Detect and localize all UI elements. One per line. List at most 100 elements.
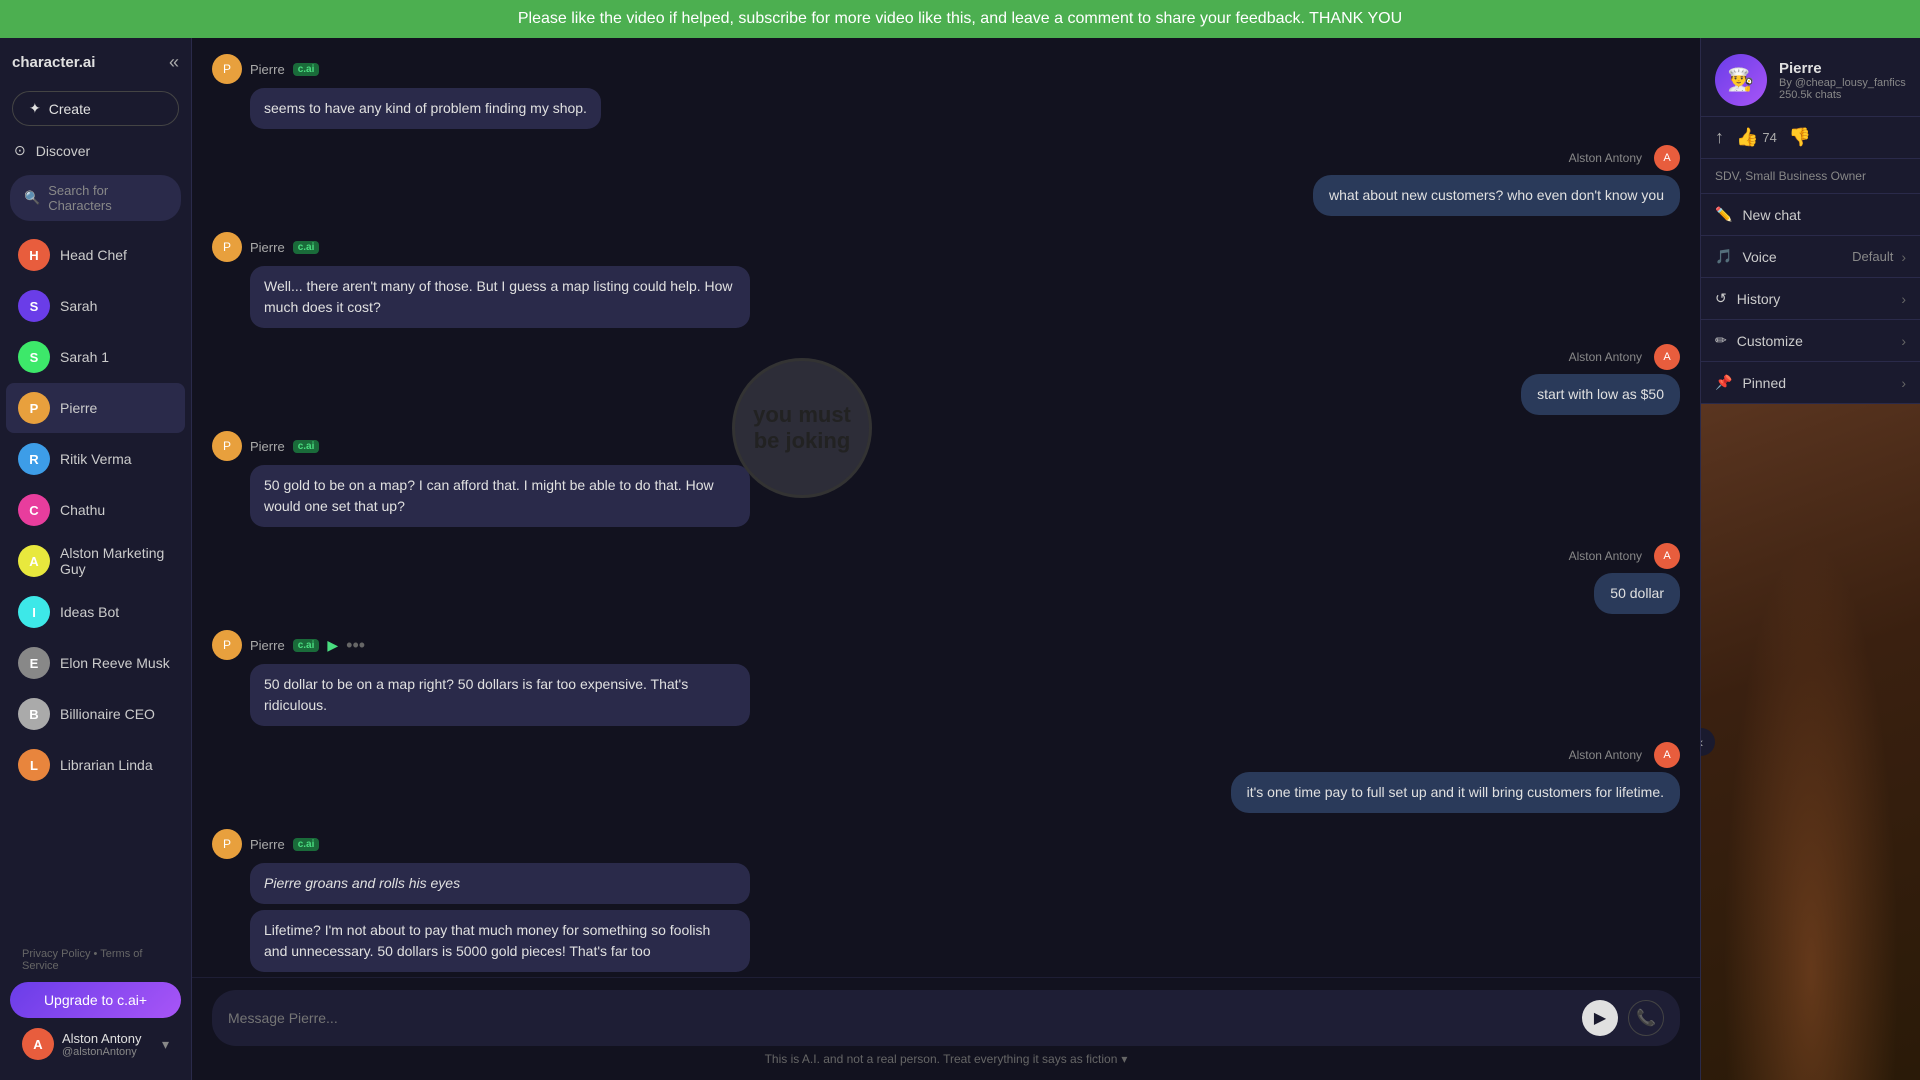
discover-item[interactable]: ⊙ Discover [0, 134, 191, 167]
history-button[interactable]: ↺ History › [1701, 278, 1920, 320]
message-actions-button[interactable]: ••• [346, 635, 365, 656]
sidebar-item-label: Sarah [60, 298, 97, 314]
share-button[interactable]: ↑ [1715, 127, 1724, 148]
thumbs-up-icon: 👍 [1736, 127, 1758, 148]
thumbs-up-button[interactable]: 👍 74 [1736, 127, 1777, 148]
char-author: By @cheap_lousy_fanfics [1779, 77, 1906, 89]
sidebar-item-avatar: L [18, 749, 50, 781]
sidebar-item-pierre[interactable]: P Pierre [6, 383, 185, 433]
char-description: SDV, Small Business Owner [1701, 159, 1920, 194]
sidebar-items: H Head Chef S Sarah S Sarah 1 P Pierre R… [0, 229, 191, 791]
sidebar-item-avatar: E [18, 647, 50, 679]
user-menu-chevron: ▾ [162, 1036, 169, 1053]
sidebar-item-ritik[interactable]: R Ritik Verma [6, 434, 185, 484]
privacy-links: Privacy Policy • Terms of Service [10, 944, 181, 976]
sender-name: Pierre [250, 638, 285, 653]
sender-name: Pierre [250, 240, 285, 255]
customize-button[interactable]: ✏ Customize › [1701, 320, 1920, 362]
create-label: Create [49, 101, 91, 117]
sidebar-item-label: Elon Reeve Musk [60, 655, 170, 671]
sidebar-item-avatar: C [18, 494, 50, 526]
sidebar-item-label: Head Chef [60, 247, 127, 263]
pinned-button[interactable]: 📌 Pinned › [1701, 362, 1920, 404]
sidebar-item-alston[interactable]: A Alston Marketing Guy [6, 536, 185, 586]
sidebar-item-avatar: I [18, 596, 50, 628]
sidebar-footer: Privacy Policy • Terms of Service Upgrad… [0, 934, 191, 1080]
ai-avatar: P [212, 630, 242, 660]
play-button[interactable]: ▶ [327, 637, 338, 654]
user-name-label: Alston Antony [1569, 350, 1642, 364]
new-chat-button[interactable]: ✏️ New chat [1701, 194, 1920, 236]
collapse-button[interactable]: « [169, 52, 179, 73]
send-button[interactable]: ▶ [1582, 1000, 1618, 1036]
upgrade-button[interactable]: Upgrade to c.ai+ [10, 982, 181, 1018]
ai-avatar: P [212, 431, 242, 461]
disclaimer: This is A.I. and not a real person. Trea… [212, 1046, 1680, 1072]
message-bubble: Pierre groans and rolls his eyes [250, 863, 750, 904]
sidebar-item-sarah1[interactable]: S Sarah 1 [6, 332, 185, 382]
sidebar-item-billionaire[interactable]: B Billionaire CEO [6, 689, 185, 739]
message-input[interactable] [228, 1010, 1572, 1026]
user-avatar: A [1654, 742, 1680, 768]
message-row: Alston Antony A it's one time pay to ful… [212, 742, 1680, 813]
sidebar-item-label: Ritik Verma [60, 451, 132, 467]
sidebar: character.ai « ✦ Create ⊙ Discover 🔍 Sea… [0, 38, 192, 1080]
char-avatar: 👨‍🍳 [1715, 54, 1767, 106]
sender-name: Pierre [250, 439, 285, 454]
thumbs-down-icon: 👎 [1789, 127, 1811, 148]
plus-icon: ✦ [29, 100, 41, 117]
sidebar-item-librarian[interactable]: L Librarian Linda [6, 740, 185, 790]
sidebar-item-sarah[interactable]: S Sarah [6, 281, 185, 331]
sender-name: Pierre [250, 837, 285, 852]
right-panel: 👨‍🍳 Pierre By @cheap_lousy_fanfics 250.5… [1700, 38, 1920, 1080]
message-row: P Pierre c.ai seems to have any kind of … [212, 54, 1680, 129]
sidebar-item-chathu[interactable]: C Chathu [6, 485, 185, 535]
char-profile-header: 👨‍🍳 Pierre By @cheap_lousy_fanfics 250.5… [1701, 38, 1920, 117]
message-bubble: seems to have any kind of problem findin… [250, 88, 601, 129]
discover-icon: ⊙ [14, 142, 26, 159]
message-bubble: what about new customers? who even don't… [1313, 175, 1680, 216]
sidebar-item-avatar: S [18, 290, 50, 322]
sidebar-item-avatar: H [18, 239, 50, 271]
like-count: 74 [1762, 130, 1776, 145]
sidebar-item-avatar: A [18, 545, 50, 577]
sidebar-item-avatar: R [18, 443, 50, 475]
message-row: P Pierre c.ai ▶ ••• 50 dollar to be on a… [212, 630, 1680, 726]
user-profile[interactable]: A Alston Antony @alstonAntony ▾ [10, 1018, 181, 1070]
sidebar-item-label: Pierre [60, 400, 97, 416]
chat-area: P Pierre c.ai seems to have any kind of … [192, 38, 1700, 1080]
voice-button[interactable]: 🎵 Voice Default › [1701, 236, 1920, 278]
history-label: History [1737, 291, 1781, 307]
sidebar-item-avatar: S [18, 341, 50, 373]
banner-text: Please like the video if helped, subscri… [518, 10, 1402, 27]
sidebar-item-label: Librarian Linda [60, 757, 153, 773]
brand-name: character.ai [12, 54, 95, 71]
user-name: Alston Antony [62, 1031, 142, 1046]
create-button[interactable]: ✦ Create [12, 91, 179, 126]
thumbs-down-button[interactable]: 👎 [1789, 127, 1811, 148]
search-icon: 🔍 [24, 190, 40, 206]
disclaimer-chevron[interactable]: ▾ [1121, 1052, 1127, 1066]
message-row: P Pierre c.ai 50 gold to be on a map? I … [212, 431, 1680, 527]
ai-badge: c.ai [293, 440, 320, 453]
sidebar-item-elon[interactable]: E Elon Reeve Musk [6, 638, 185, 688]
sidebar-item-label: Billionaire CEO [60, 706, 155, 722]
chat-messages: P Pierre c.ai seems to have any kind of … [192, 38, 1700, 977]
message-bubble: 50 dollar [1594, 573, 1680, 614]
user-name-label: Alston Antony [1569, 748, 1642, 762]
char-name: Pierre [1779, 60, 1906, 77]
sidebar-item-label: Ideas Bot [60, 604, 119, 620]
ai-avatar: P [212, 54, 242, 84]
user-avatar: A [1654, 543, 1680, 569]
chevron-right-icon: › [1901, 291, 1906, 307]
sidebar-item-head-chef[interactable]: H Head Chef [6, 230, 185, 280]
privacy-policy-link[interactable]: Privacy Policy [22, 948, 90, 960]
discover-label: Discover [36, 143, 90, 159]
sidebar-header: character.ai « [0, 38, 191, 87]
message-bubble: Lifetime? I'm not about to pay that much… [250, 910, 750, 972]
voice-value: Default [1852, 249, 1893, 264]
voice-icon: 🎵 [1715, 248, 1732, 265]
call-button[interactable]: 📞 [1628, 1000, 1664, 1036]
sidebar-item-ideas-bot[interactable]: I Ideas Bot [6, 587, 185, 637]
search-characters-button[interactable]: 🔍 Search for Characters [10, 175, 181, 221]
